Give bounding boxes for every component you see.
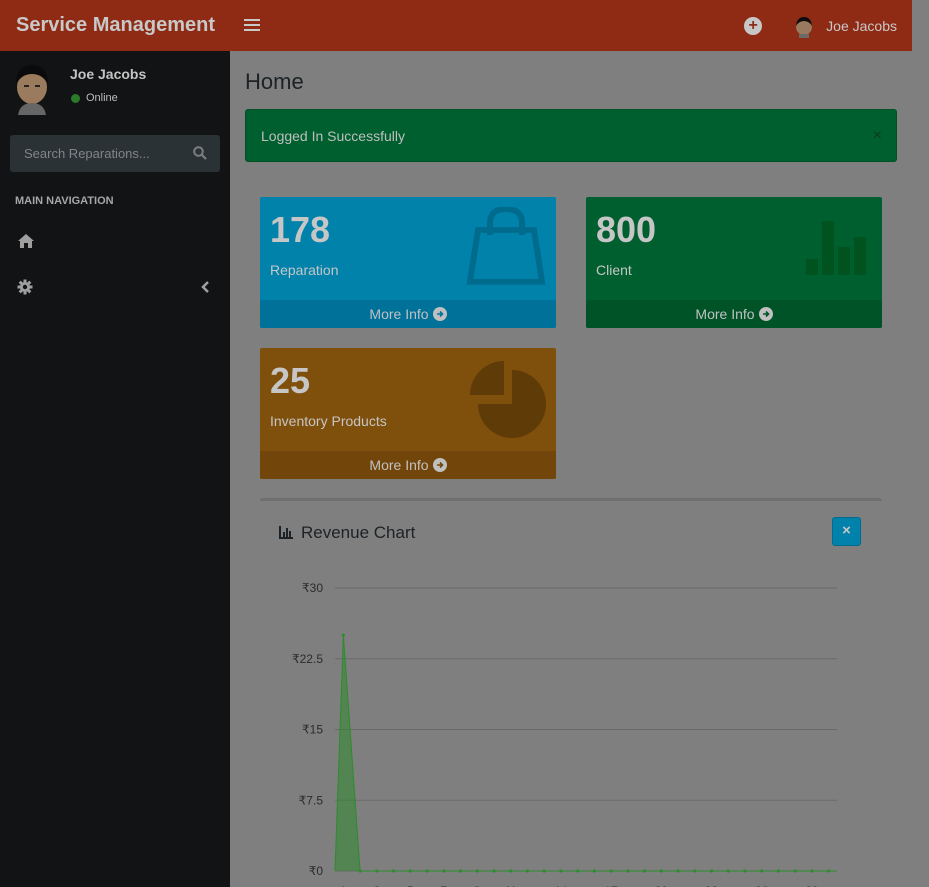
box-label: Client [596, 262, 632, 278]
data-point [391, 869, 396, 873]
inventory-box: 25 Inventory Products More Info [260, 348, 556, 479]
navbar-right: + Joe Jacobs [744, 0, 897, 51]
data-point [592, 869, 596, 873]
online-status-icon [71, 94, 80, 103]
y-tick-label: ₹7.5 [299, 793, 324, 807]
sidebar-item-settings[interactable] [0, 266, 230, 308]
top-navbar: Service Management + Joe Jacobs [0, 0, 912, 51]
sidebar-item-home[interactable] [0, 221, 230, 263]
data-point [676, 869, 680, 873]
chevron-left-icon[interactable] [201, 281, 211, 293]
data-point [810, 869, 814, 873]
sidebar: Joe Jacobs Online MAIN NAVIGATION [0, 51, 230, 887]
data-point [693, 869, 697, 873]
y-tick-label: ₹30 [302, 581, 323, 595]
success-alert: Logged In Successfully × [245, 109, 897, 162]
alert-close-button[interactable]: × [873, 128, 882, 144]
user-avatar[interactable] [792, 14, 816, 38]
arrow-circle-right-icon [432, 307, 447, 321]
data-point [442, 869, 446, 873]
add-icon[interactable]: + [744, 16, 763, 35]
sidebar-avatar [16, 65, 48, 115]
data-point [626, 869, 630, 873]
data-point [827, 869, 831, 873]
data-point [726, 869, 730, 873]
data-point [492, 869, 496, 873]
navbar-user-name[interactable]: Joe Jacobs [826, 18, 897, 34]
data-point [542, 869, 546, 873]
home-icon [18, 234, 34, 248]
data-point [341, 633, 345, 637]
data-point [475, 869, 479, 873]
search-input[interactable] [10, 135, 185, 172]
data-point [793, 869, 797, 873]
data-point [642, 869, 647, 873]
series-area [335, 635, 837, 871]
arrow-circle-right-icon [432, 458, 447, 472]
sidebar-toggle-icon[interactable] [244, 16, 260, 34]
inventory-more-info-link[interactable]: More Info [260, 451, 556, 479]
search-icon[interactable] [193, 146, 207, 160]
box-value: 178 [270, 209, 331, 250]
y-tick-label: ₹22.5 [292, 652, 323, 666]
sidebar-user-name: Joe Jacobs [70, 66, 147, 82]
gear-icon [17, 279, 33, 295]
y-tick-label: ₹0 [309, 864, 324, 878]
data-point [760, 869, 764, 873]
main-content: Home Logged In Successfully × 178 Repara… [230, 51, 912, 887]
data-point [659, 869, 663, 873]
alert-message: Logged In Successfully [261, 128, 405, 144]
scrollbar-track[interactable] [912, 0, 929, 887]
sidebar-search [10, 135, 220, 172]
brand-logo[interactable]: Service Management [0, 0, 230, 51]
data-point [576, 869, 580, 873]
box-label: Reparation [270, 262, 339, 278]
data-point [609, 869, 613, 873]
revenue-chart-box: Revenue Chart × ₹0₹7.5₹15₹22.5₹301357911… [260, 498, 882, 887]
data-point [408, 869, 412, 873]
more-info-label: More Info [695, 306, 755, 322]
series-line [334, 635, 837, 872]
online-status-label: Online [86, 92, 118, 104]
page-title: Home [245, 69, 304, 94]
y-tick-label: ₹15 [302, 723, 323, 737]
data-point [509, 869, 513, 873]
data-point [458, 869, 463, 873]
client-more-info-link[interactable]: More Info [586, 300, 882, 328]
more-info-label: More Info [369, 457, 429, 473]
data-point [525, 869, 530, 873]
revenue-chart: ₹0₹7.5₹15₹22.5₹301357911141720232629 [292, 581, 837, 887]
data-point [559, 869, 563, 873]
data-point [425, 869, 429, 873]
data-point [375, 869, 379, 873]
reparation-more-info-link[interactable]: More Info [260, 300, 556, 328]
data-point [743, 869, 747, 873]
bar-chart-icon [806, 221, 866, 275]
data-point [358, 869, 362, 873]
data-point [709, 869, 714, 873]
reparation-box: 178 Reparation More Info [260, 197, 556, 328]
box-value: 25 [270, 360, 311, 401]
box-label: Inventory Products [270, 413, 387, 429]
more-info-label: More Info [369, 306, 429, 322]
arrow-circle-right-icon [758, 307, 773, 321]
pie-chart-icon [470, 361, 546, 438]
shopping-bag-icon [466, 207, 546, 285]
box-value: 800 [596, 209, 657, 250]
user-panel: Joe Jacobs Online [0, 51, 230, 131]
data-point [776, 869, 781, 873]
client-box: 800 Client More Info [586, 197, 882, 328]
main-navigation-header: MAIN NAVIGATION [15, 195, 114, 207]
